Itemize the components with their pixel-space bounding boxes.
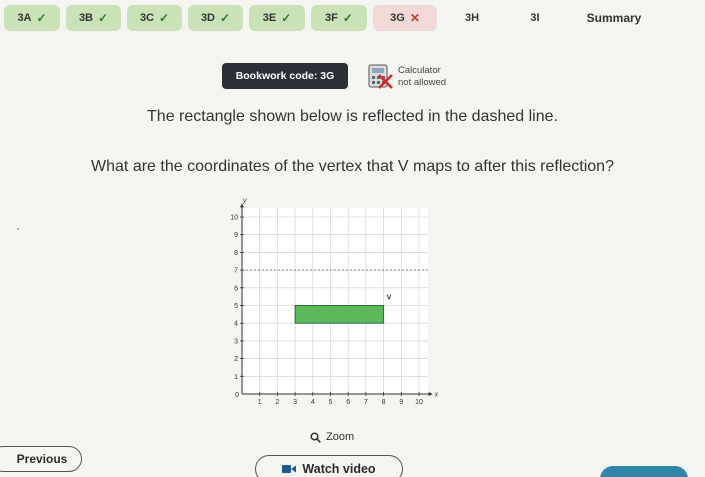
x-tick-label: 6 — [346, 399, 350, 406]
tab-3d[interactable]: 3D ✓ — [188, 5, 243, 31]
tab-label: Summary — [586, 11, 642, 25]
y-tick-label: 4 — [234, 321, 238, 328]
video-camera-icon — [282, 465, 297, 473]
question-line-1: The rectangle shown below is reflected i… — [147, 108, 558, 125]
tab-3g[interactable]: 3G ✕ — [373, 5, 437, 31]
cross-icon: ✕ — [409, 11, 420, 25]
calculator-notice: Calculator not allowed — [398, 65, 446, 89]
check-icon: ✓ — [220, 11, 231, 25]
tab-3a[interactable]: 3A ✓ — [4, 5, 60, 31]
watch-video-button[interactable]: Watch video — [255, 455, 403, 477]
x-tick-label: 9 — [399, 399, 403, 406]
green-rectangle — [294, 305, 385, 324]
check-icon: ✓ — [36, 11, 47, 25]
tab-label: 3B — [78, 12, 93, 24]
x-tick-label: 2 — [275, 399, 279, 406]
y-tick-label: 3 — [234, 338, 238, 345]
y-tick-label: 5 — [234, 303, 238, 310]
tab-label: 3G — [390, 12, 405, 24]
tab-label: 3C — [139, 12, 154, 24]
vertex-label-v: V — [387, 295, 392, 302]
y-tick-label: 10 — [230, 215, 238, 222]
x-tick-label: 10 — [415, 399, 423, 406]
y-tick-label: 6 — [234, 285, 238, 292]
tab-3b[interactable]: 3B ✓ — [66, 5, 121, 31]
grid-background — [242, 208, 428, 394]
previous-label: Previous — [16, 452, 68, 466]
x-tick-label: 7 — [364, 399, 368, 406]
tab-label: 3I — [530, 12, 540, 24]
y-tick-label: 9 — [234, 232, 238, 239]
question-tabs: 3A ✓ 3B ✓ 3C ✓ 3D ✓ 3E ✓ 3F ✓ 3G ✕ 3H 3I Summar… — [0, 0, 705, 36]
tab-3c[interactable]: 3C ✓ — [127, 5, 182, 31]
x-tick-label: 4 — [311, 399, 315, 406]
tab-3f[interactable]: 3F ✓ — [311, 5, 367, 31]
x-tick-label: 8 — [382, 399, 386, 406]
y-tick-label: 2 — [234, 356, 238, 363]
check-icon: ✓ — [342, 11, 353, 25]
magnifier-icon — [310, 431, 321, 443]
y-tick-label: 7 — [234, 268, 238, 275]
question-line-2: What are the coordinates of the vertex t… — [91, 158, 614, 175]
tab-summary[interactable]: Summary — [569, 5, 659, 31]
x-tick-label: 1 — [258, 399, 262, 406]
calculator-label: Calculator — [398, 65, 441, 76]
calculator-status: not allowed — [398, 77, 447, 88]
tab-label: 3A — [17, 12, 32, 24]
watch-video-label: Watch video — [302, 462, 376, 476]
bookwork-code-badge: Bookwork code: 3G — [222, 63, 348, 89]
tab-label: 3E — [262, 12, 277, 24]
tab-label: 3H — [464, 12, 480, 24]
check-icon: ✓ — [98, 11, 109, 25]
y-tick-label: 8 — [234, 250, 238, 257]
coordinate-grid: 1 2 3 4 5 6 7 8 9 10 1 2 3 4 5 6 7 8 9 10 0 x y V — [230, 197, 439, 406]
origin-label: 0 — [235, 392, 239, 399]
decorative-dot — [17, 228, 19, 230]
check-icon: ✓ — [281, 11, 292, 25]
zoom-button[interactable]: Zoom — [310, 431, 354, 443]
tab-3e[interactable]: 3E ✓ — [249, 5, 305, 31]
tab-3i[interactable]: 3I — [507, 5, 563, 31]
answer-button[interactable] — [600, 466, 688, 477]
x-axis-arrow — [428, 392, 433, 396]
y-axis-label: y — [242, 197, 247, 204]
tab-3h[interactable]: 3H — [443, 5, 501, 31]
x-axis-label: x — [434, 392, 439, 399]
y-tick-label: 1 — [234, 374, 238, 381]
check-icon: ✓ — [159, 11, 170, 25]
x-tick-label: 5 — [329, 399, 333, 406]
tab-label: 3D — [200, 12, 215, 24]
zoom-label: Zoom — [326, 431, 355, 443]
tab-label: 3F — [325, 12, 338, 24]
calculator-not-allowed-icon — [368, 64, 393, 89]
x-tick-label: 3 — [293, 399, 297, 406]
previous-button[interactable]: Previous — [0, 446, 82, 472]
